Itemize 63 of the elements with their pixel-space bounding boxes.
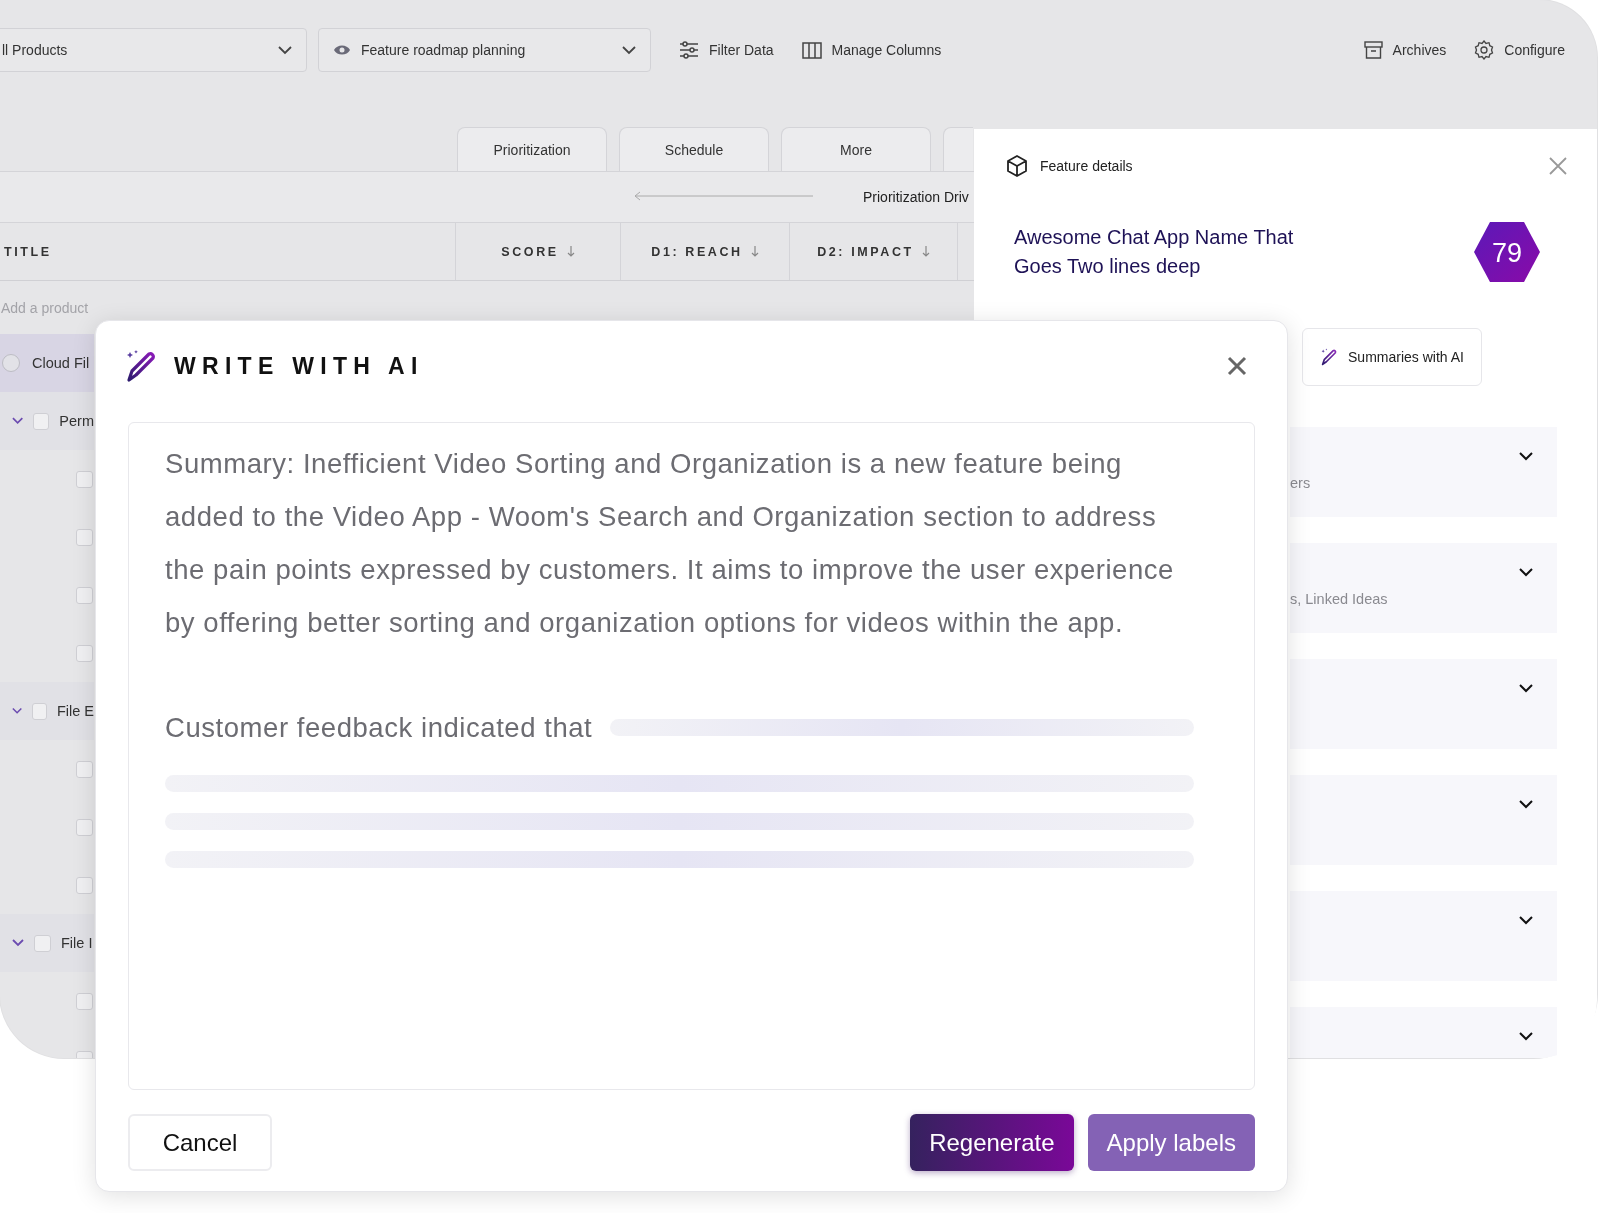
product-row[interactable]: Cloud Fil xyxy=(0,334,94,392)
column-header[interactable]: D2: IMPACT xyxy=(790,223,958,280)
column-group-header: Prioritization Driv xyxy=(863,189,969,205)
apply-button[interactable]: Apply labels xyxy=(1087,1114,1255,1171)
column-header[interactable]: SCORE xyxy=(456,223,621,280)
close-icon[interactable] xyxy=(1549,157,1567,175)
close-icon[interactable] xyxy=(1227,356,1247,376)
wand-icon xyxy=(1320,348,1339,366)
checkbox[interactable] xyxy=(76,528,93,546)
checkbox[interactable] xyxy=(34,934,51,952)
score-badge: 79 xyxy=(1473,221,1541,283)
checkbox[interactable] xyxy=(76,992,93,1010)
feature-title: File I xyxy=(61,935,93,951)
checkbox[interactable] xyxy=(32,702,47,720)
chevron-down-icon[interactable] xyxy=(1519,800,1533,809)
column-header[interactable]: D1: REACH xyxy=(621,223,790,280)
tab[interactable]: More xyxy=(781,127,931,171)
tab[interactable] xyxy=(943,127,973,171)
chevron-down-icon xyxy=(278,45,292,55)
text-area[interactable] xyxy=(128,422,1255,1090)
product-title: Cloud Fil xyxy=(32,355,90,371)
filter-button[interactable]: Filter Data xyxy=(679,41,774,59)
radio-icon xyxy=(2,354,20,372)
tab[interactable]: Prioritization xyxy=(457,127,607,171)
chevron-down-icon[interactable] xyxy=(1519,568,1533,577)
eye-icon xyxy=(333,44,351,56)
chevron-down-icon[interactable] xyxy=(1519,1032,1533,1041)
panel-title: Feature details xyxy=(1040,158,1133,174)
column-header[interactable]: TITLE xyxy=(0,223,456,280)
summaries-ai-button[interactable]: Summaries with AI xyxy=(1302,328,1482,386)
feature-name: Awesome Chat App Name That Goes Two lines deep xyxy=(1014,225,1295,279)
checkbox[interactable] xyxy=(33,412,50,430)
chevron-down-icon[interactable] xyxy=(1519,452,1533,461)
sliders-icon xyxy=(679,41,699,59)
checkbox[interactable] xyxy=(76,644,93,662)
regenerate-button[interactable]: Regenerate xyxy=(910,1114,1074,1171)
product-dropdown[interactable]: ll Products xyxy=(0,28,307,72)
view-dropdown[interactable]: Feature roadmap planning xyxy=(318,28,651,72)
manage-columns-button[interactable]: Manage Columns xyxy=(801,41,942,59)
feature-title: Perm xyxy=(59,413,94,429)
archive-icon xyxy=(1363,41,1383,59)
modal-title: WRITE WITH AI xyxy=(174,352,425,380)
checkbox[interactable] xyxy=(76,818,93,836)
section-subtitle: ers xyxy=(1290,475,1311,491)
chevron-down-icon xyxy=(622,45,636,55)
generated-text: Customer feedback indicated that xyxy=(165,711,593,745)
cancel-button[interactable]: Cancel xyxy=(128,1114,272,1171)
checkbox[interactable] xyxy=(76,470,93,488)
tab[interactable]: Schedule xyxy=(619,127,769,171)
columns-icon xyxy=(801,41,822,59)
archives-button[interactable]: Archives xyxy=(1363,41,1447,59)
configure-button[interactable]: Configure xyxy=(1474,40,1565,60)
checkbox[interactable] xyxy=(76,876,93,894)
checkbox[interactable] xyxy=(76,760,93,778)
section-subtitle: s, Linked Ideas xyxy=(1290,591,1388,607)
wand-icon xyxy=(124,349,158,383)
summary-text: Summary: Inefficient Video Sorting and Organization is a new feature being added to the Video App - Woom's Search and Organization section to address the pain points expressed by customers. It aims to improve the user experience by offering better sorting and organization options for videos within the app. xyxy=(165,447,1175,640)
settings-icon xyxy=(1474,40,1495,60)
chevron-down-icon[interactable] xyxy=(1519,916,1533,925)
checkbox[interactable] xyxy=(76,586,93,604)
cube-icon xyxy=(1006,155,1028,177)
chevron-down-icon[interactable] xyxy=(1519,684,1533,693)
feature-title: File E xyxy=(56,703,94,719)
